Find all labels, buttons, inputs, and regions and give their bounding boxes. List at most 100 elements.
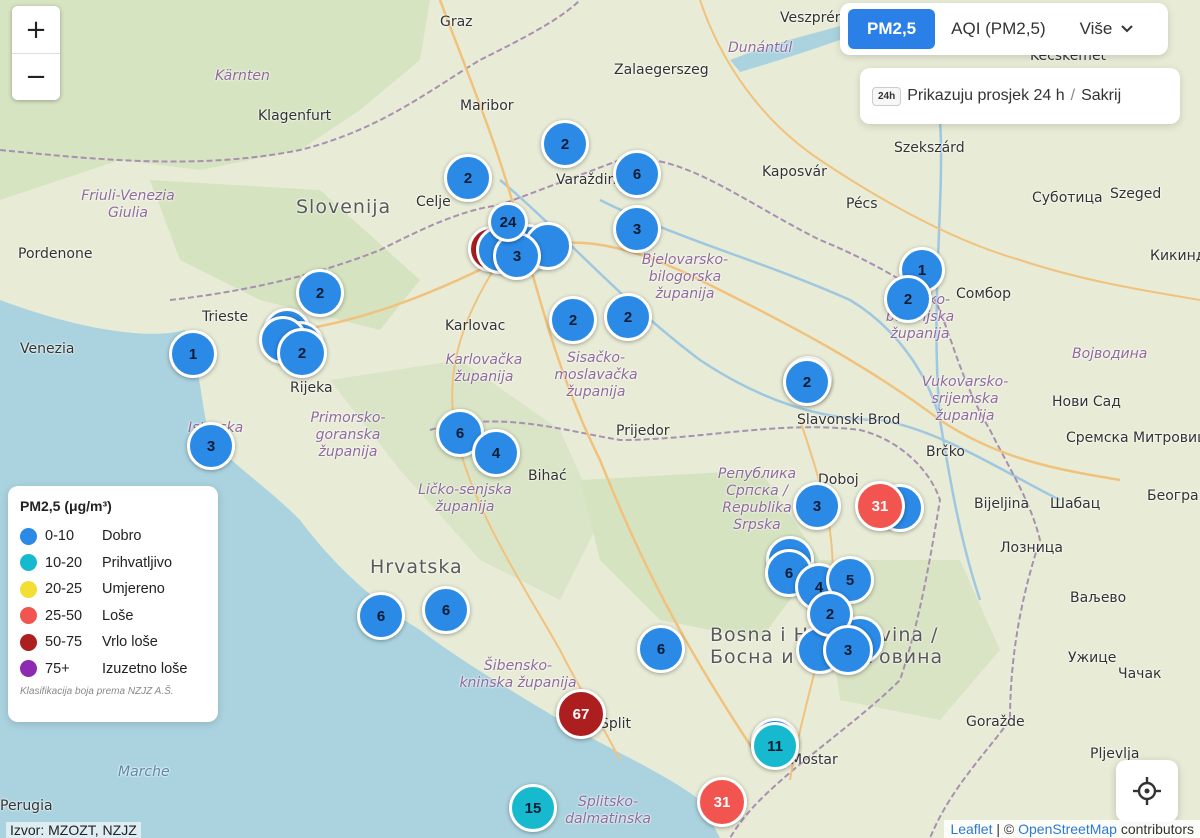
legend-label: Umjereno	[102, 581, 165, 598]
legend-color-dot	[20, 660, 37, 678]
place-label: Шабац	[1050, 496, 1101, 512]
average-text: Prikazuju prosjek 24 h	[907, 87, 1065, 104]
legend-range: 0-10	[45, 528, 75, 545]
station-marker[interactable]: 2	[444, 154, 492, 202]
legend-color-dot	[20, 554, 37, 572]
tab-more[interactable]: Više	[1070, 11, 1145, 47]
place-label: Karlovac	[445, 318, 506, 334]
place-label: Marche	[118, 764, 170, 780]
legend-color-dot	[20, 633, 37, 651]
24h-badge: 24h	[872, 86, 902, 106]
tab-aqi-pm25[interactable]: AQI (PM2,5)	[941, 11, 1055, 47]
place-label: Rijeka	[290, 380, 333, 396]
station-marker[interactable]: 3	[793, 482, 841, 530]
station-marker[interactable]: 2	[296, 269, 344, 317]
place-label: Karlovačka županija	[445, 352, 523, 385]
place-label: Војводина	[1072, 346, 1148, 362]
station-marker[interactable]: 3	[823, 625, 873, 675]
legend-label: Vrlo loše	[102, 634, 158, 651]
station-marker[interactable]: 11	[751, 722, 799, 770]
station-marker[interactable]: 24	[488, 202, 528, 242]
place-label: Zalaegerszeg	[614, 62, 709, 78]
zoom-control: + −	[12, 6, 60, 100]
station-marker[interactable]: 6	[613, 150, 661, 198]
station-marker[interactable]: 2	[277, 328, 327, 378]
place-label: Primorsko-goranska županija	[310, 410, 386, 460]
place-label: Нови Сад	[1052, 394, 1121, 410]
legend-item: 20-25 Umjereno	[20, 576, 206, 603]
legend-range: 50-75	[45, 634, 83, 651]
zoom-out-button[interactable]: −	[12, 53, 60, 100]
station-marker[interactable]: 2	[549, 296, 597, 344]
place-label: Чачак	[1118, 666, 1162, 682]
place-label: Ličko-senjska županija	[418, 482, 512, 515]
average-separator: /	[1070, 87, 1076, 104]
zoom-in-button[interactable]: +	[12, 6, 60, 53]
legend: PM2,5 (μg/m³) 0-10 Dobro 10-20 Prihvatljivo…	[8, 486, 218, 722]
place-label: Pordenone	[18, 246, 93, 262]
place-label: Perugia	[0, 798, 53, 814]
place-label: Sisačko-moslavačka županija	[554, 350, 638, 400]
station-marker[interactable]: 1	[169, 330, 217, 378]
legend-label: Loše	[102, 607, 134, 624]
place-label: Šibensko-kninska županija	[459, 658, 577, 691]
station-marker[interactable]: 2	[541, 120, 589, 168]
legend-range: 10-20	[45, 554, 83, 571]
station-marker[interactable]: 6	[357, 592, 405, 640]
place-label: Bihać	[528, 468, 567, 484]
place-label: Celje	[416, 194, 451, 210]
legend-color-dot	[20, 527, 37, 545]
legend-item: 75+ Izuzetno loše	[20, 656, 206, 683]
station-marker[interactable]: 3	[613, 205, 661, 253]
place-label: Klagenfurt	[258, 108, 332, 124]
place-label: Szeged	[1110, 186, 1162, 202]
place-label: Bijeljina	[974, 496, 1030, 512]
place-label: Ваљево	[1070, 590, 1127, 606]
place-label: Сремска Митровица	[1066, 430, 1200, 446]
place-label: Friuli-Venezia Giulia	[81, 188, 175, 221]
crosshair-icon	[1133, 777, 1161, 805]
station-marker[interactable]: 6	[637, 625, 685, 673]
legend-color-dot	[20, 607, 37, 625]
osm-link[interactable]: OpenStreetMap	[1018, 821, 1117, 837]
station-marker[interactable]: 2	[884, 275, 932, 323]
metric-tabs: PM2,5 AQI (PM2,5) Više	[840, 3, 1168, 55]
station-marker[interactable]: 4	[472, 429, 520, 477]
station-marker[interactable]: 3	[187, 422, 235, 470]
legend-item: 10-20 Prihvatljivo	[20, 550, 206, 577]
legend-label: Dobro	[102, 528, 142, 545]
hide-average-link[interactable]: Sakrij	[1081, 87, 1121, 105]
legend-title: PM2,5 (μg/m³)	[20, 498, 112, 514]
station-marker[interactable]: 31	[697, 777, 747, 827]
place-label: Dunántúl	[728, 40, 793, 56]
station-marker[interactable]: 31	[855, 481, 905, 531]
place-label: Goražde	[966, 714, 1025, 730]
station-marker[interactable]: 15	[509, 784, 557, 832]
map-attribution: Leaflet | © OpenStreetMap contributors	[944, 820, 1200, 838]
place-label: Venezia	[20, 341, 75, 357]
leaflet-link[interactable]: Leaflet	[950, 821, 992, 837]
legend-range: 75+	[45, 660, 70, 677]
station-marker[interactable]: 2	[783, 358, 831, 406]
station-marker[interactable]: 6	[422, 586, 470, 634]
place-label: Slavonski Brod	[797, 412, 901, 428]
place-label: Graz	[440, 14, 473, 30]
place-label: Maribor	[460, 98, 514, 114]
data-source: Izvor: MZOZT, NZJZ	[6, 822, 141, 838]
chevron-down-icon	[1121, 25, 1134, 33]
place-label: Kärnten	[215, 68, 270, 84]
attribution-tail: contributors	[1120, 821, 1194, 837]
place-label: Hrvatska	[370, 556, 463, 578]
place-label: Кикинда	[1150, 248, 1200, 264]
tab-pm25[interactable]: PM2,5	[848, 9, 936, 49]
locate-button[interactable]	[1116, 760, 1178, 822]
station-marker[interactable]: 67	[556, 689, 606, 739]
place-label: Ужице	[1068, 650, 1117, 666]
legend-range: 20-25	[45, 581, 83, 598]
place-label: Vukovarsko-srijemska županija	[921, 374, 1009, 424]
tab-more-label: Više	[1079, 19, 1113, 38]
place-label: Kaposvár	[762, 164, 827, 180]
legend-range: 25-50	[45, 607, 83, 624]
place-label: Splitsko-dalmatinska	[565, 794, 651, 827]
station-marker[interactable]: 2	[604, 293, 652, 341]
